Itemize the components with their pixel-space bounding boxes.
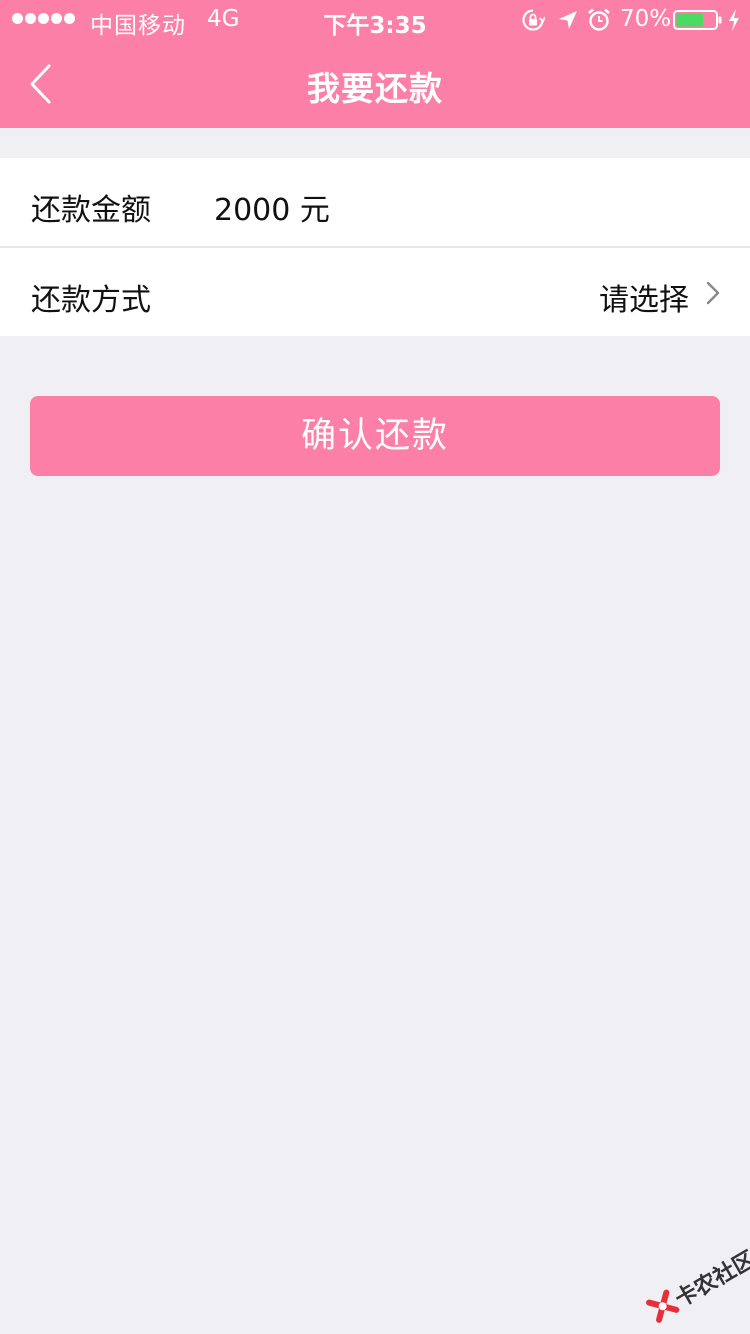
alarm-clock-icon (588, 8, 610, 31)
rotation-lock-icon (522, 9, 545, 31)
battery-icon (673, 10, 722, 30)
repayment-form: 还款金额 2000 元 还款方式 请选择 (0, 158, 750, 336)
chevron-right-icon (706, 281, 720, 305)
battery-percent: 70% (620, 6, 672, 32)
header: 中国移动 4G 下午3:35 70% 我要还款 (0, 0, 750, 128)
repayment-amount-label: 还款金额 (31, 193, 151, 228)
repayment-method-placeholder[interactable]: 请选择 (599, 275, 689, 319)
watermark-logo: 卡农社区 (636, 1240, 750, 1333)
watermark-text: 卡农社区 (671, 1246, 750, 1313)
page-title: 我要还款 (307, 69, 443, 108)
status-bar: 中国移动 4G 下午3:35 70% (0, 0, 750, 40)
repayment-amount-row: 还款金额 2000 元 (0, 158, 750, 246)
repayment-method-label: 还款方式 (31, 283, 151, 318)
repayment-amount-value: 2000 元 (214, 193, 330, 228)
location-arrow-icon (559, 11, 577, 29)
confirm-repayment-button[interactable]: 确认还款 (30, 396, 720, 476)
navigation-bar: 我要还款 (0, 40, 750, 128)
repayment-method-row[interactable]: 还款方式 请选择 (0, 246, 750, 336)
charging-bolt-icon (729, 9, 739, 31)
